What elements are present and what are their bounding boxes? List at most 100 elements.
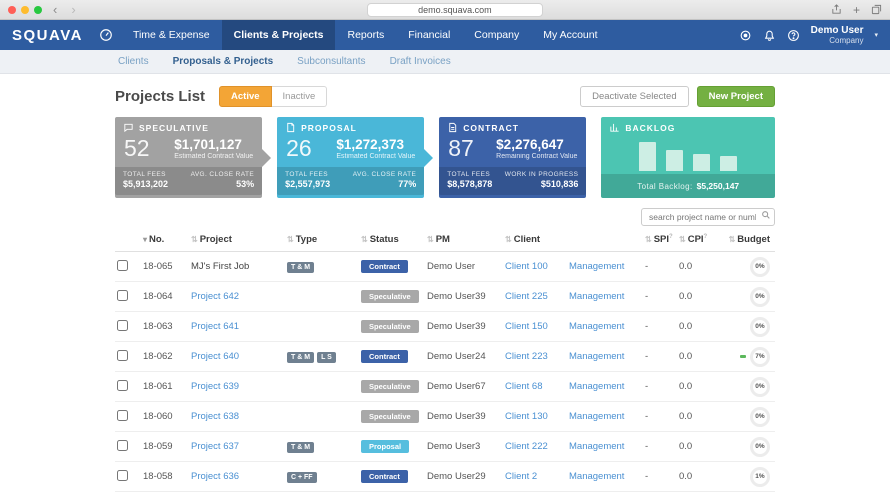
- contract-count: 87: [448, 135, 474, 161]
- subnav-item-draft-invoices[interactable]: Draft Invoices: [390, 56, 451, 67]
- filter-inactive-button[interactable]: Inactive: [271, 86, 328, 107]
- status-badge: Speculative: [361, 290, 419, 304]
- speculative-card[interactable]: SPECULATIVE 52 $1,701,127 Estimated Cont…: [115, 117, 272, 198]
- sort-desc-icon: ▾: [143, 235, 148, 245]
- backlog-card[interactable]: BACKLOG Total Backlog: $5,250,147: [601, 117, 775, 198]
- pm-name: Demo User67: [425, 371, 503, 403]
- pm-name: Demo User39: [425, 401, 503, 433]
- project-link[interactable]: Project 641: [191, 321, 239, 332]
- pm-name: Demo User39: [425, 281, 503, 313]
- address-bar[interactable]: demo.squava.com: [367, 2, 543, 17]
- header-type[interactable]: ⇅ Type: [285, 228, 359, 253]
- pm-name: Demo User24: [425, 341, 503, 373]
- search-icon[interactable]: [761, 210, 771, 220]
- client-link[interactable]: Client 2: [505, 471, 537, 482]
- minimize-window-button[interactable]: [21, 5, 29, 14]
- header-budget[interactable]: ⇅ Budget: [719, 228, 775, 253]
- header-cpi[interactable]: ⇅ CPI?: [677, 228, 719, 253]
- management-link[interactable]: Management: [569, 471, 624, 482]
- card-title: BACKLOG: [625, 122, 676, 133]
- nav-item-clients-projects[interactable]: Clients & Projects: [221, 20, 336, 50]
- new-tab-button[interactable]: +: [853, 4, 860, 16]
- header-checkbox: [115, 228, 141, 253]
- management-link[interactable]: Management: [569, 411, 624, 422]
- client-link[interactable]: Client 150: [505, 321, 548, 332]
- deactivate-selected-button[interactable]: Deactivate Selected: [580, 86, 689, 107]
- header-status[interactable]: ⇅ Status: [359, 228, 425, 253]
- row-checkbox[interactable]: [117, 259, 128, 271]
- header-no[interactable]: ▾ No.: [141, 228, 189, 253]
- project-link[interactable]: Project 638: [191, 411, 239, 422]
- header-project[interactable]: ⇅ Project: [189, 228, 285, 253]
- project-number: 18-061: [141, 371, 189, 403]
- projects-table: ▾ No. ⇅ Project ⇅ Type ⇅ Status ⇅ PM ⇅ Client …: [115, 228, 775, 493]
- subnav-item-proposals-projects[interactable]: Proposals & Projects: [173, 56, 274, 67]
- management-link[interactable]: Management: [569, 321, 624, 332]
- project-link[interactable]: Project 637: [191, 441, 239, 452]
- table-row: 18-058 Project 636 C + FF Contract Demo …: [115, 461, 775, 493]
- nav-item-financial[interactable]: Financial: [396, 20, 462, 50]
- row-checkbox[interactable]: [117, 469, 128, 481]
- dashboard-gauge-icon[interactable]: [99, 28, 113, 42]
- proposal-card[interactable]: PROPOSAL 26 $1,272,373 Estimated Contrac…: [277, 117, 434, 198]
- management-link[interactable]: Management: [569, 261, 624, 272]
- management-link[interactable]: Management: [569, 441, 624, 452]
- squava-logo[interactable]: SQUAVA: [12, 27, 83, 44]
- pipeline-cards: SPECULATIVE 52 $1,701,127 Estimated Cont…: [115, 117, 775, 198]
- chevron-down-icon[interactable]: ▾: [874, 31, 878, 39]
- management-link[interactable]: Management: [569, 351, 624, 362]
- nav-item-company[interactable]: Company: [462, 20, 531, 50]
- user-menu[interactable]: Demo User Company: [811, 25, 864, 46]
- share-icon[interactable]: [831, 4, 842, 15]
- browser-forward-button[interactable]: ›: [68, 3, 78, 16]
- close-window-button[interactable]: [8, 5, 16, 14]
- header-pm[interactable]: ⇅ PM: [425, 228, 503, 253]
- management-link[interactable]: Management: [569, 291, 624, 302]
- client-link[interactable]: Client 222: [505, 441, 548, 452]
- row-checkbox[interactable]: [117, 349, 128, 361]
- project-link[interactable]: Project 642: [191, 291, 239, 302]
- help-mark: ?: [703, 234, 708, 240]
- speculative-caption: Estimated Contract Value: [174, 153, 254, 160]
- client-link[interactable]: Client 68: [505, 381, 543, 392]
- search-input[interactable]: [641, 208, 775, 226]
- tab-overview-icon[interactable]: [871, 4, 882, 15]
- document-icon: [287, 122, 295, 133]
- project-link[interactable]: Project 640: [191, 351, 239, 362]
- proposal-count: 26: [286, 135, 312, 161]
- filter-active-button[interactable]: Active: [219, 86, 272, 107]
- client-link[interactable]: Client 223: [505, 351, 548, 362]
- contract-card[interactable]: CONTRACT 87 $2,276,647 Remaining Contrac…: [439, 117, 587, 198]
- zoom-window-button[interactable]: [34, 5, 42, 14]
- bar-chart-icon: [610, 123, 619, 132]
- row-checkbox[interactable]: [117, 409, 128, 421]
- cpi-value: 0.0: [677, 281, 719, 313]
- subnav-item-clients[interactable]: Clients: [118, 56, 149, 67]
- row-checkbox[interactable]: [117, 319, 128, 331]
- subnav-item-subconsultants[interactable]: Subconsultants: [297, 56, 365, 67]
- row-checkbox[interactable]: [117, 379, 128, 391]
- client-link[interactable]: Client 100: [505, 261, 548, 272]
- table-row: 18-065 MJ's First Job T & M Contract Dem…: [115, 251, 775, 283]
- speculative-value: $1,701,127: [174, 137, 242, 152]
- nav-item-reports[interactable]: Reports: [335, 20, 396, 50]
- help-icon[interactable]: [787, 29, 800, 42]
- project-number: 18-065: [141, 251, 189, 283]
- nav-item-time-expense[interactable]: Time & Expense: [121, 20, 222, 50]
- header-spi[interactable]: ⇅ SPI?: [643, 228, 677, 253]
- header-client[interactable]: ⇅ Client: [503, 228, 567, 253]
- project-link[interactable]: Project 639: [191, 381, 239, 392]
- row-checkbox[interactable]: [117, 439, 128, 451]
- bell-icon[interactable]: [763, 29, 776, 42]
- client-link[interactable]: Client 225: [505, 291, 548, 302]
- timer-icon[interactable]: [739, 29, 752, 42]
- budget-ring: 0%: [750, 286, 770, 307]
- backlog-footer-label: Total Backlog:: [637, 181, 693, 191]
- new-project-button[interactable]: New Project: [696, 86, 775, 107]
- nav-item-my-account[interactable]: My Account: [531, 20, 609, 50]
- project-link[interactable]: Project 636: [191, 471, 239, 482]
- row-checkbox[interactable]: [117, 289, 128, 301]
- client-link[interactable]: Client 130: [505, 411, 548, 422]
- browser-back-button[interactable]: ‹: [50, 3, 60, 16]
- management-link[interactable]: Management: [569, 381, 624, 392]
